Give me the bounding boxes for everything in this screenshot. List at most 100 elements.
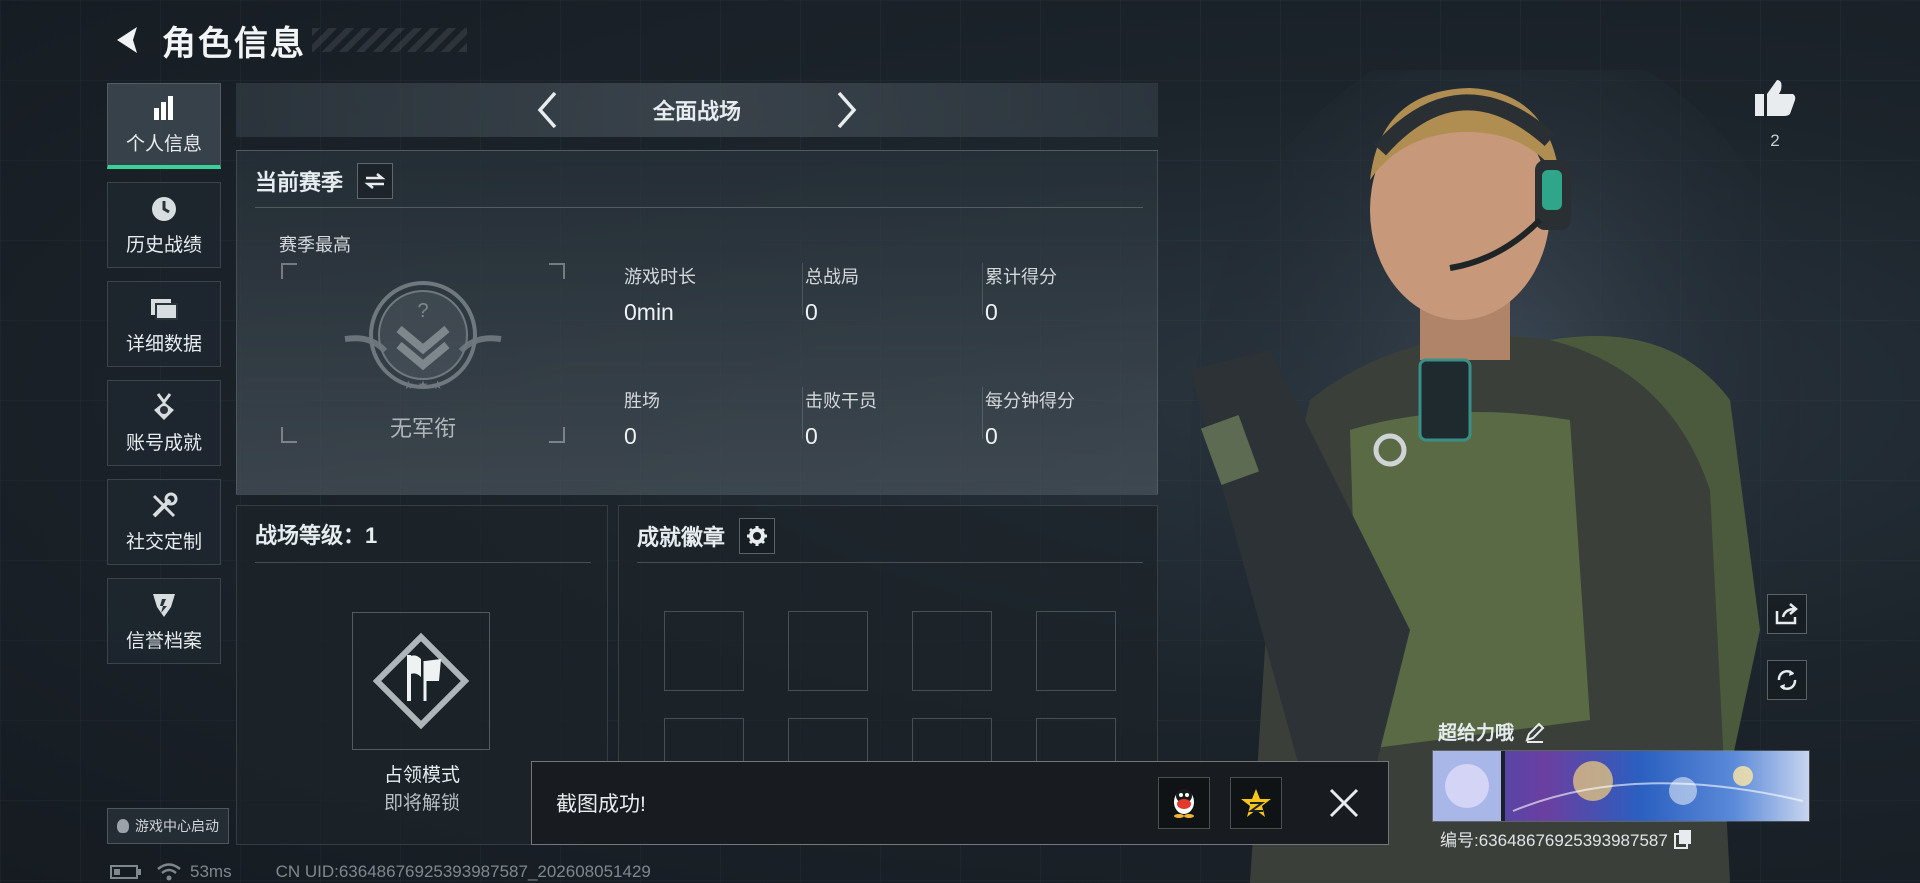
badge-slot[interactable] [1036, 611, 1116, 691]
stat-separator [802, 263, 803, 315]
badge-slot[interactable] [912, 611, 992, 691]
nav-item-history[interactable]: 历史战绩 [107, 182, 221, 268]
player-id: 编号:6364867692539398758​7 [1440, 831, 1668, 850]
share-qq-button[interactable] [1158, 777, 1210, 829]
like-button[interactable]: 2 [1750, 78, 1800, 151]
share-button[interactable] [1767, 594, 1807, 634]
stat-label: 总战局 [805, 267, 859, 287]
stat-label: 游戏时长 [624, 267, 696, 287]
screenshot-toast: 截图成功! [531, 761, 1389, 845]
stat-total-matches: 总战局 0 [805, 263, 975, 326]
qq-penguin-icon [1174, 789, 1194, 818]
like-count: 2 [1770, 131, 1780, 150]
player-id-row: 编号:6364867692539398758​7 [1440, 826, 1692, 851]
close-toast-button[interactable] [1318, 777, 1370, 829]
penguin-icon [117, 819, 129, 833]
stat-label: 累计得分 [985, 267, 1057, 287]
stat-value: 0 [985, 299, 998, 325]
rank-emblem-icon: ? ★ ★ ★ [344, 281, 502, 392]
thumbs-up-icon [1755, 80, 1796, 116]
page-title: 角色信息 [162, 24, 306, 63]
stat-wins: 胜场 0 [624, 387, 794, 450]
stat-separator [802, 387, 803, 439]
refresh-button[interactable] [1767, 660, 1807, 700]
badge-slot[interactable] [664, 611, 744, 691]
banner-image [1433, 751, 1809, 821]
refresh-icon [1777, 670, 1797, 690]
battery-icon [110, 865, 141, 879]
stat-value: 0min [624, 299, 674, 325]
stat-value: 0 [805, 299, 818, 325]
bar-chart-icon [149, 93, 179, 123]
nav-label: 个人信息 [125, 134, 202, 155]
prev-mode-button[interactable] [522, 85, 572, 135]
stat-play-time: 游戏时长 0min [624, 263, 794, 326]
season-best-label: 赛季最高 [279, 235, 351, 255]
switch-season-button[interactable] [357, 163, 394, 199]
svg-text:★ ★ ★: ★ ★ ★ [403, 378, 443, 392]
share-icon [1775, 603, 1798, 625]
stat-value: 0 [624, 423, 637, 449]
nav-item-social[interactable]: 社交定制 [107, 479, 221, 565]
nav-label: 社交定制 [125, 531, 202, 553]
flag-diamond-icon [372, 632, 470, 730]
stat-separator [982, 387, 983, 439]
close-icon [1329, 788, 1359, 818]
clock-icon [149, 194, 179, 224]
player-name-row: 超给力哦 [1438, 718, 1546, 745]
copy-icon[interactable] [1673, 829, 1692, 849]
nav-item-reputation[interactable]: 信誉档案 [107, 578, 221, 664]
next-mode-button[interactable] [822, 85, 872, 135]
side-nav: 个人信息 历史战绩 详细数据 账号成就 社交定制 信誉档案 [107, 83, 221, 677]
back-arrow-icon [117, 27, 137, 53]
badges-title: 成就徽章 [637, 525, 726, 550]
uid-text: CN UID:6364867692539398758​7_20260805142… [275, 862, 651, 881]
stat-kills: 击败干员 0 [805, 387, 975, 450]
stat-score-per-minute: 每分钟得分 0 [985, 387, 1155, 450]
frame-corner [281, 263, 297, 279]
stat-label: 每分钟得分 [985, 391, 1075, 411]
swap-icon [364, 173, 386, 189]
capture-mode-card[interactable] [352, 612, 490, 750]
season-header: 当前赛季 [255, 163, 394, 199]
status-bar: 53ms CN UID:6364867692539398758​7_202608… [110, 862, 651, 882]
shield-icon [149, 590, 179, 620]
chevron-right-icon [837, 91, 857, 129]
nav-label: 历史战绩 [125, 234, 202, 256]
back-button[interactable] [108, 20, 148, 60]
nav-label: 详细数据 [125, 333, 202, 355]
nav-item-achievements[interactable]: 账号成就 [107, 380, 221, 466]
badges-header: 成就徽章 [637, 518, 776, 554]
divider [255, 207, 1143, 208]
wifi-icon [157, 863, 181, 881]
title-decoration [312, 28, 467, 52]
nav-item-details[interactable]: 详细数据 [107, 281, 221, 367]
nav-item-personal-info[interactable]: 个人信息 [107, 83, 221, 169]
share-qzone-button[interactable] [1230, 777, 1282, 829]
name-card-banner[interactable] [1432, 750, 1810, 822]
stat-value: 0 [985, 423, 998, 449]
mode-title: 全面战场 [652, 99, 741, 124]
frame-corner [549, 263, 565, 279]
divider [255, 562, 591, 563]
gear-icon [747, 526, 768, 546]
game-center-label: 游戏中心启动 [135, 818, 219, 834]
stat-value: 0 [805, 423, 818, 449]
mode-selector: 全面战场 [236, 83, 1158, 137]
stat-separator [982, 263, 983, 315]
stat-label: 胜场 [624, 391, 660, 411]
stat-label: 击败干员 [805, 391, 877, 411]
badge-slot[interactable] [788, 611, 868, 691]
badge-settings-button[interactable] [739, 518, 776, 554]
game-center-button[interactable]: 游戏中心启动 [107, 808, 229, 844]
rank-name: 无军衔 [389, 416, 456, 441]
folder-icon [149, 293, 179, 323]
header: 角色信息 [108, 18, 467, 63]
nav-label: 账号成就 [125, 432, 202, 454]
season-title: 当前赛季 [255, 170, 344, 195]
rank-frame: ? ★ ★ ★ 无军衔 [281, 263, 565, 443]
toast-message: 截图成功! [556, 793, 646, 816]
edit-pencil-icon[interactable] [1524, 721, 1546, 743]
level-title: 战场等级：1 [255, 523, 378, 548]
svg-text:?: ? [417, 300, 428, 322]
